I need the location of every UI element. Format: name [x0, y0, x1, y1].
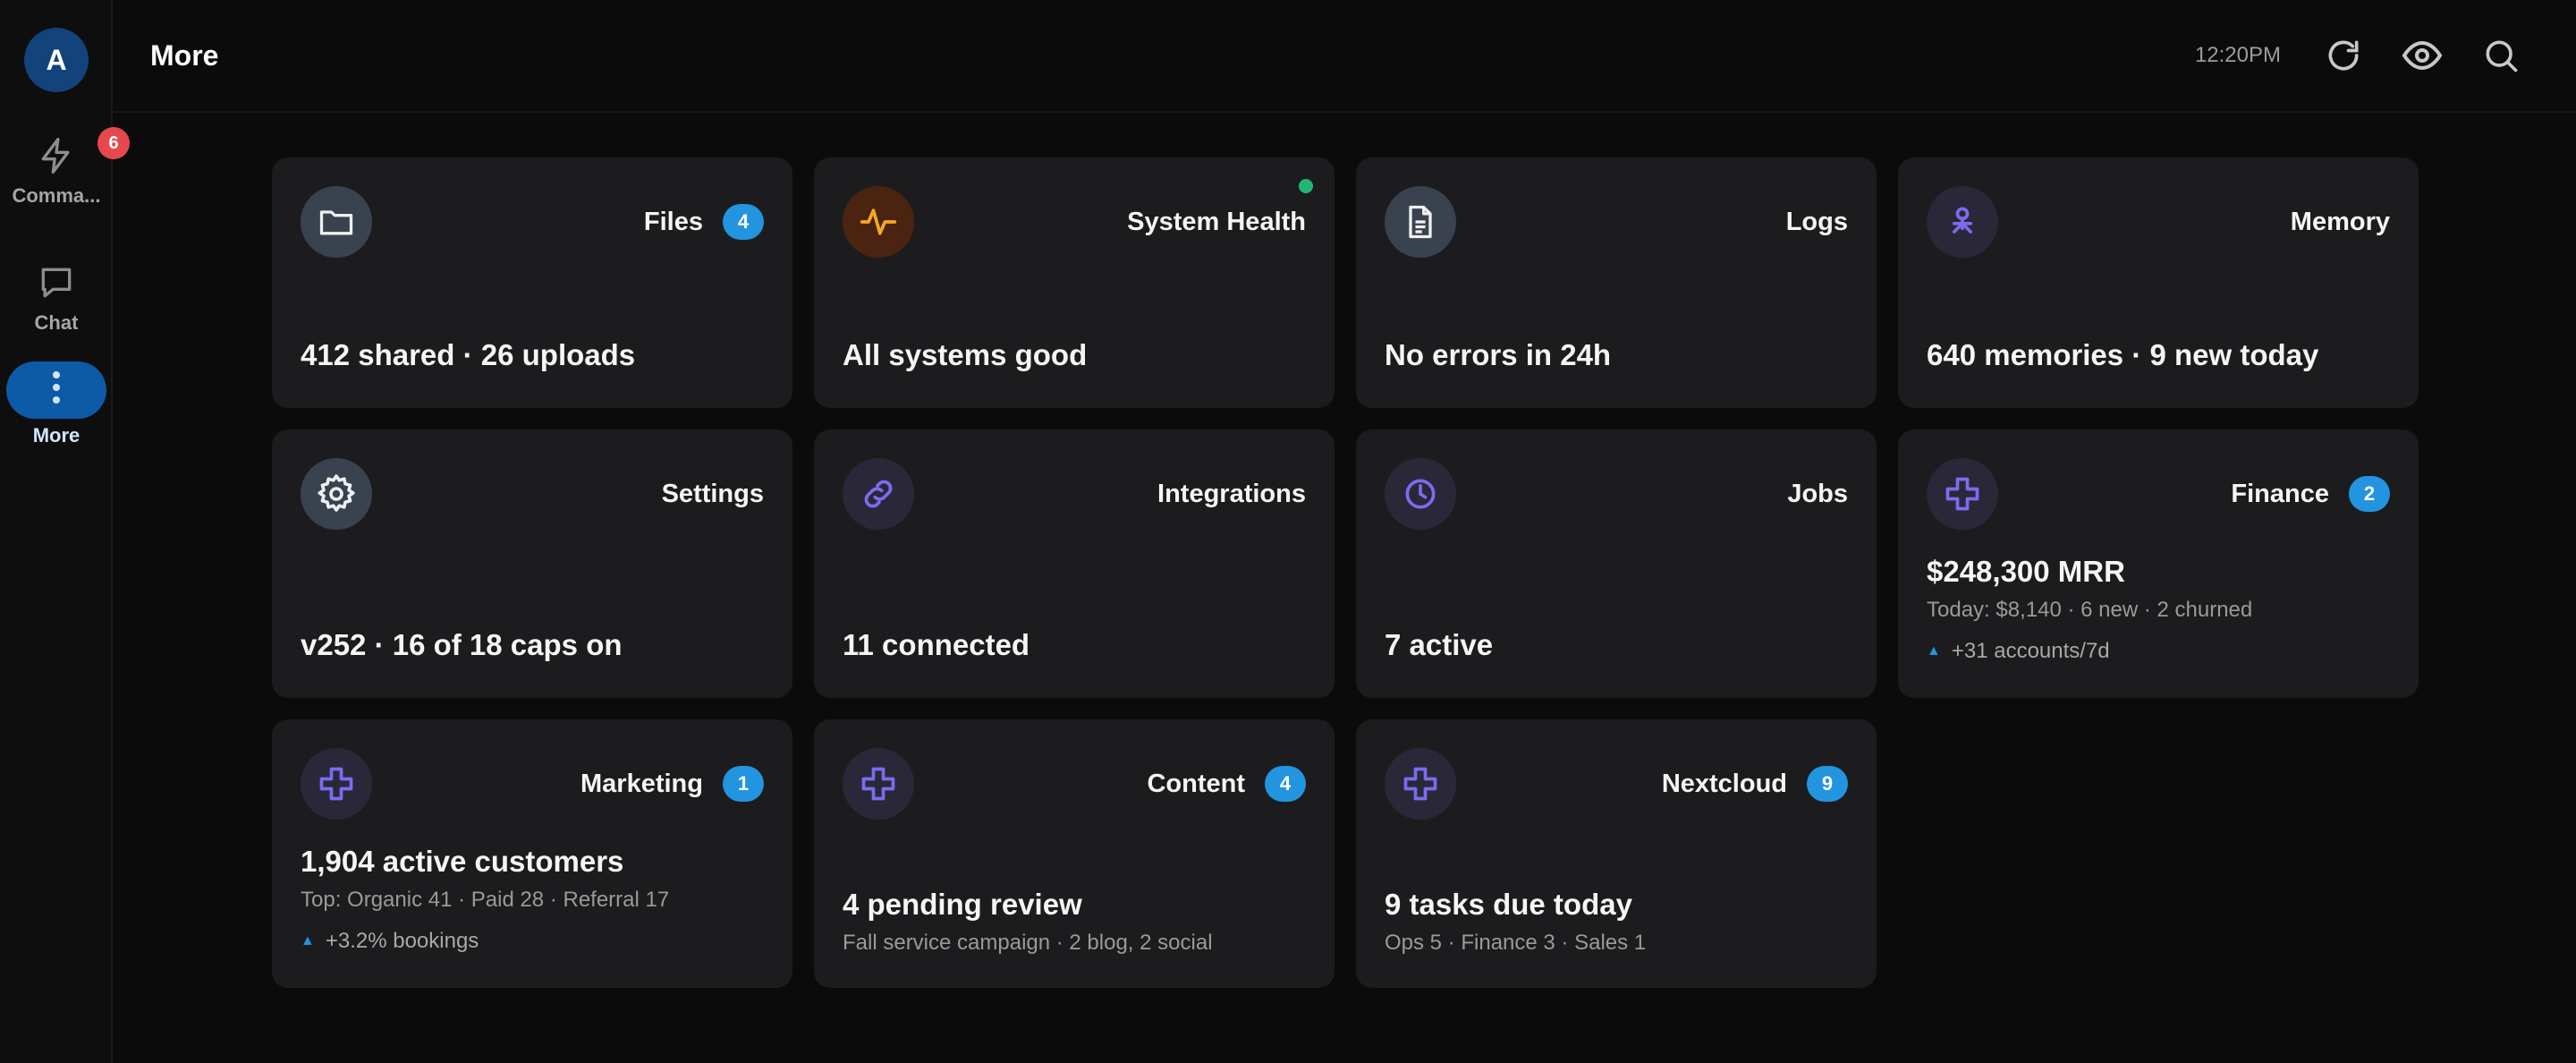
card-title: Nextcloud	[1661, 769, 1787, 798]
puzzle-icon	[843, 748, 914, 820]
puzzle-icon	[1385, 748, 1456, 820]
card-title: Jobs	[1787, 479, 1848, 508]
header-actions: 12:20PM	[2195, 34, 2522, 77]
refresh-icon[interactable]	[2322, 34, 2365, 77]
avatar-letter: A	[46, 43, 67, 76]
count-badge: 1	[723, 766, 764, 802]
card-logs[interactable]: Logs No errors in 24h	[1356, 157, 1877, 408]
more-pill[interactable]	[6, 361, 106, 419]
card-integrations[interactable]: Integrations 11 connected	[814, 429, 1335, 698]
card-detail: Ops 5 · Finance 3 · Sales 1	[1385, 931, 1647, 955]
eye-icon[interactable]	[2401, 34, 2444, 77]
count-badge: 9	[1807, 766, 1848, 802]
card-summary: 11 connected	[843, 628, 1030, 661]
document-icon	[1385, 186, 1456, 258]
card-settings[interactable]: Settings v252 · 16 of 18 caps on	[272, 429, 792, 698]
card-summary: 9 tasks due today	[1385, 888, 1632, 921]
status-dot	[1299, 179, 1313, 193]
activity-icon	[843, 186, 914, 258]
sidebar-item-commands[interactable]: 6 Comma...	[0, 127, 130, 208]
trend-text: +31 accounts/7d	[1951, 639, 2110, 663]
lightning-icon: 6	[35, 127, 130, 177]
puzzle-icon	[1927, 458, 1998, 530]
card-summary: $248,300 MRR	[1927, 555, 2125, 588]
card-title: Marketing	[580, 769, 703, 798]
count-badge: 4	[1265, 766, 1306, 802]
puzzle-icon	[301, 748, 372, 820]
card-files[interactable]: Files 4 412 shared · 26 uploads	[272, 157, 792, 408]
sidebar-item-label: Comma...	[12, 184, 101, 207]
page-title: More	[150, 38, 219, 72]
card-finance[interactable]: Finance 2 $248,300 MRR Today: $8,140 · 6…	[1898, 429, 2419, 698]
sidebar: A 6 Comma... Chat More	[0, 0, 130, 1063]
avatar[interactable]: A	[24, 28, 89, 92]
card-nextcloud[interactable]: Nextcloud 9 9 tasks due today Ops 5 · Fi…	[1356, 719, 1877, 988]
card-title: Settings	[661, 479, 764, 508]
card-summary: 1,904 active customers	[301, 845, 624, 878]
card-detail: Fall service campaign · 2 blog, 2 social	[843, 931, 1213, 955]
card-memory[interactable]: Memory 640 memories · 9 new today	[1898, 157, 2419, 408]
chat-bubble-icon	[35, 261, 78, 304]
person-node-icon	[1927, 186, 1998, 258]
link-icon	[843, 458, 914, 530]
more-vertical-icon	[51, 370, 62, 411]
search-icon[interactable]	[2479, 34, 2522, 77]
card-title: Logs	[1785, 207, 1848, 236]
card-summary: v252 · 16 of 18 caps on	[301, 628, 623, 661]
card-title: Memory	[2290, 207, 2390, 236]
clock-time: 12:20PM	[2194, 43, 2281, 67]
clock-icon	[1385, 458, 1456, 530]
card-detail: Top: Organic 41 · Paid 28 · Referral 17	[301, 888, 670, 912]
card-summary: 412 shared · 26 uploads	[301, 338, 636, 371]
card-summary: 7 active	[1385, 628, 1494, 661]
card-summary: 4 pending review	[843, 888, 1082, 921]
app-root: A 6 Comma... Chat More More 12:20PM File…	[0, 0, 2576, 1063]
trend-up-icon: ▲	[301, 933, 315, 948]
sidebar-item-chat[interactable]: Chat	[0, 261, 113, 335]
card-summary: All systems good	[843, 338, 1088, 371]
card-title: Finance	[2231, 479, 2329, 508]
trend-line: ▲ +31 accounts/7d	[1927, 639, 2390, 664]
card-title: System Health	[1127, 207, 1306, 236]
card-system-health[interactable]: System Health All systems good	[814, 157, 1335, 408]
card-jobs[interactable]: Jobs 7 active	[1356, 429, 1877, 698]
card-detail: Today: $8,140 · 6 new · 2 churned	[1927, 598, 2253, 622]
count-badge: 2	[2349, 476, 2390, 512]
sidebar-item-label: Chat	[34, 311, 79, 334]
card-title: Content	[1147, 769, 1245, 798]
trend-line: ▲ +3.2% bookings	[301, 929, 764, 954]
trend-text: +3.2% bookings	[325, 929, 479, 953]
trend-up-icon: ▲	[1927, 643, 1941, 659]
card-summary: No errors in 24h	[1385, 338, 1612, 371]
card-marketing[interactable]: Marketing 1 1,904 active customers Top: …	[272, 719, 792, 988]
sidebar-item-label: More	[32, 424, 80, 446]
gear-icon	[301, 458, 372, 530]
card-title: Files	[643, 207, 703, 236]
sidebar-item-more[interactable]: More	[0, 361, 113, 447]
card-title: Integrations	[1157, 479, 1306, 508]
card-content[interactable]: Content 4 4 pending review Fall service …	[814, 719, 1335, 988]
folder-icon	[301, 186, 372, 258]
card-summary: 640 memories · 9 new today	[1927, 338, 2319, 371]
top-bar: More 12:20PM	[113, 0, 2576, 113]
module-grid: Files 4 412 shared · 26 uploads System H…	[272, 157, 2419, 988]
main-area: More 12:20PM Files 4 412 shared · 26 upl…	[113, 0, 2576, 1063]
count-badge: 4	[723, 204, 764, 240]
